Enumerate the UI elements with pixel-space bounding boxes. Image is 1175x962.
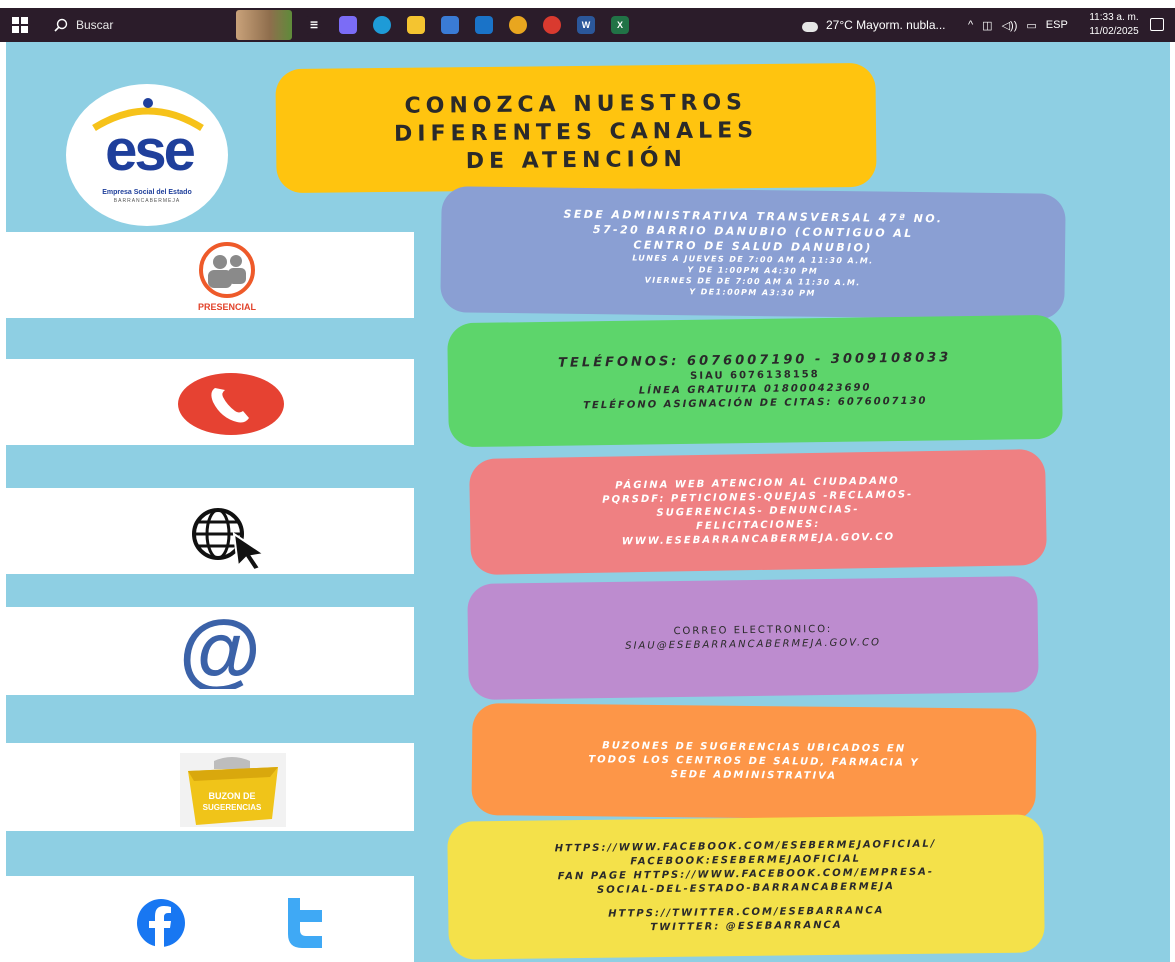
taskbar-pinned-apps: ☰ W X bbox=[305, 8, 629, 42]
redes-line: TWITTER: @ESEBARRANCA bbox=[650, 919, 843, 934]
volume-icon[interactable]: ◁)) bbox=[1002, 19, 1018, 32]
title-line-3: DE ATENCIÓN bbox=[465, 146, 688, 175]
logo-city: BARRANCABERMEJA bbox=[113, 198, 181, 204]
correo-icon-panel: @ bbox=[6, 607, 414, 695]
title-line-1: CONOZCA NUESTROS bbox=[404, 90, 748, 119]
presencial-icon-panel: PRESENCIAL bbox=[6, 232, 414, 318]
cloud-sun-icon bbox=[800, 18, 820, 32]
svg-text:@: @ bbox=[179, 617, 261, 689]
taskbar-clock[interactable]: 11:33 a. m. 11/02/2025 bbox=[1086, 11, 1142, 39]
correo-info-box: CORREO ELECTRONICO: SIAU@ESEBARRANCABERM… bbox=[467, 576, 1039, 700]
facebook-icon bbox=[137, 899, 185, 948]
people-meeting-icon: PRESENCIAL bbox=[198, 242, 257, 312]
search-placeholder: Buscar bbox=[76, 18, 114, 32]
presencial-line: Y DE1:00PM A3:30 PM bbox=[689, 286, 816, 298]
buzon-info-box: BUZONES DE SUGERENCIAS UBICADOS EN TODOS… bbox=[471, 703, 1037, 821]
suggestion-box-icon: BUZON DE SUGERENCIAS bbox=[180, 753, 286, 827]
attention-channels-poster: ese Empresa Social del Estado BARRANCABE… bbox=[6, 42, 1170, 962]
weather-text: 27°C Mayorm. nubla... bbox=[826, 18, 946, 32]
task-view-icon[interactable]: ☰ bbox=[305, 16, 323, 34]
correo-line: SIAU@ESEBARRANCABERMEJA.GOV.CO bbox=[625, 637, 882, 652]
web-line: WWW.ESEBARRANCABERMEJA.GOV.CO bbox=[621, 531, 896, 548]
excel-icon[interactable]: X bbox=[611, 16, 629, 34]
language-indicator[interactable]: ESP bbox=[1046, 19, 1068, 31]
file-explorer-icon[interactable] bbox=[407, 16, 425, 34]
search-icon bbox=[54, 18, 68, 32]
store-icon[interactable] bbox=[441, 16, 459, 34]
clock-date: 11/02/2025 bbox=[1089, 26, 1139, 37]
buzon-label-1: BUZON DE bbox=[209, 791, 256, 801]
buzon-label-2: SUGERENCIAS bbox=[203, 803, 262, 812]
presencial-info-box: SEDE ADMINISTRATIVA TRANSVERSAL 47ª NO. … bbox=[440, 186, 1066, 320]
web-icon-panel bbox=[6, 488, 414, 574]
taskbar-search-box[interactable]: Buscar bbox=[44, 11, 224, 39]
windows-taskbar: Buscar ☰ W X 27°C Mayorm. nubla... ^ ◫ ◁))… bbox=[0, 8, 1175, 42]
buzon-line: SEDE ADMINISTRATIVA bbox=[670, 769, 838, 782]
windows-start-icon[interactable] bbox=[12, 17, 28, 33]
redes-line: SOCIAL-DEL-ESTADO-BARRANCABERMEJA bbox=[596, 881, 896, 896]
redes-icon-panel bbox=[6, 876, 414, 962]
poster-title-box: CONOZCA NUESTROS DIFERENTES CANALES DE A… bbox=[275, 62, 877, 194]
chevron-up-icon[interactable]: ^ bbox=[968, 19, 973, 31]
telefono-info-box: TELÉFONOS: 6076007190 - 3009108033 SIAU … bbox=[447, 314, 1063, 448]
onedrive-icon[interactable]: ◫ bbox=[982, 19, 992, 32]
network-icon[interactable]: ▭ bbox=[1026, 19, 1036, 32]
edge-icon[interactable] bbox=[373, 16, 391, 34]
redes-info-box: HTTPS://WWW.FACEBOOK.COM/ESEBERMEJAOFICI… bbox=[447, 814, 1045, 960]
ese-logo: ese Empresa Social del Estado BARRANCABE… bbox=[66, 84, 228, 226]
at-sign-icon: @ bbox=[179, 617, 261, 689]
logo-letters: ese bbox=[105, 118, 196, 183]
title-line-2: DIFERENTES CANALES bbox=[393, 118, 759, 147]
chrome-icon[interactable] bbox=[509, 16, 527, 34]
word-icon[interactable]: W bbox=[577, 16, 595, 34]
twitter-icon bbox=[288, 898, 322, 948]
presencial-label: PRESENCIAL bbox=[198, 302, 257, 312]
telefono-line: TELÉFONO ASIGNACIÓN DE CITAS: 6076007130 bbox=[583, 395, 928, 411]
globe-cursor-icon bbox=[192, 508, 267, 570]
logo-subtitle: Empresa Social del Estado bbox=[102, 189, 192, 196]
buzon-icon-panel: BUZON DE SUGERENCIAS bbox=[6, 743, 414, 831]
phone-icon bbox=[178, 373, 284, 435]
copilot-icon[interactable] bbox=[339, 16, 357, 34]
chrome-profile-icon[interactable] bbox=[543, 16, 561, 34]
system-tray: ^ ◫ ◁)) ▭ ESP bbox=[968, 8, 1068, 42]
telefono-icon-panel bbox=[6, 359, 414, 445]
clock-time: 11:33 a. m. bbox=[1089, 12, 1139, 23]
notification-icon[interactable] bbox=[1150, 18, 1164, 31]
search-highlight-widget-icon[interactable] bbox=[236, 10, 292, 40]
weather-widget[interactable]: 27°C Mayorm. nubla... bbox=[800, 8, 946, 42]
web-info-box: PÁGINA WEB ATENCION AL CIUDADANO PQRSDF:… bbox=[469, 448, 1047, 576]
mail-icon[interactable] bbox=[475, 16, 493, 34]
